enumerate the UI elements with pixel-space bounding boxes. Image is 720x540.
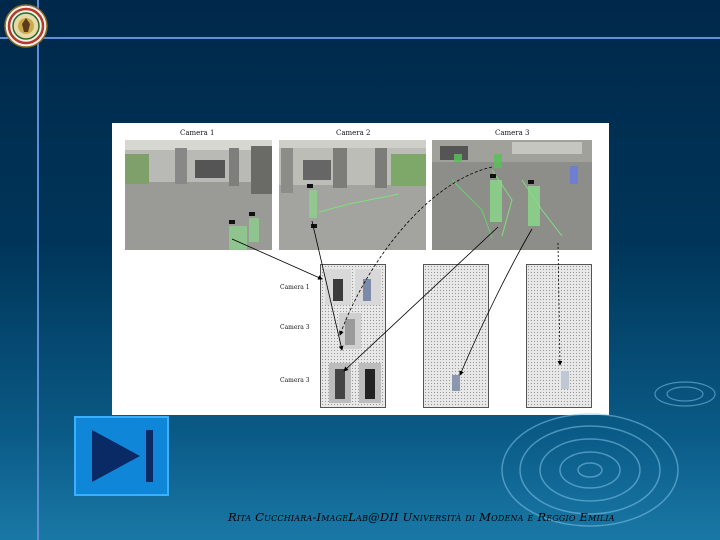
next-slide-button[interactable]: [74, 416, 169, 496]
tracking-figure: Camera 1 Camera 2 Camera 3 Camera 1 Came…: [112, 123, 609, 415]
top-divider-line: [0, 37, 720, 39]
play-next-icon: [92, 430, 153, 482]
left-divider-line: [37, 0, 39, 540]
university-seal-logo: [4, 4, 48, 48]
association-arrows: [231, 166, 563, 376]
footer-credit: Rita Cucchiara-ImageLab@DII Università d…: [228, 510, 615, 524]
